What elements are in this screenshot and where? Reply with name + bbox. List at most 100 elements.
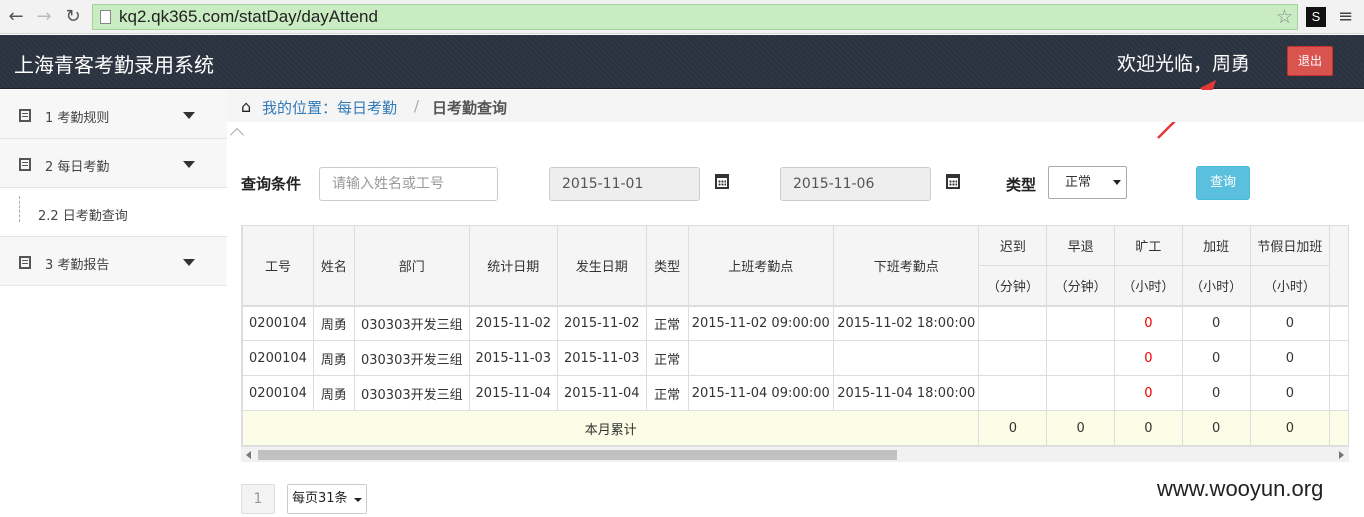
sidebar-item-label: 2 每日考勤 bbox=[45, 160, 110, 175]
name-search-input[interactable] bbox=[319, 167, 498, 201]
table-cell: 正常 bbox=[645, 375, 689, 411]
list-icon bbox=[19, 158, 31, 171]
table-cell: 2015-11-04 bbox=[556, 375, 647, 411]
browser-menu-icon[interactable]: ≡ bbox=[1338, 6, 1353, 27]
table-cell bbox=[1046, 305, 1115, 341]
table-cell: 0 bbox=[1249, 340, 1331, 376]
column-header[interactable]: 上班考勤点 bbox=[687, 225, 835, 307]
table-cell: 0 bbox=[1113, 340, 1183, 376]
end-date-input[interactable] bbox=[780, 167, 931, 201]
scrollbar-thumb[interactable] bbox=[258, 450, 897, 460]
dropdown-arrow-icon bbox=[1113, 180, 1121, 185]
table-cell: 0200104 bbox=[242, 375, 314, 411]
table-cell: 周勇 bbox=[312, 375, 355, 411]
table-row[interactable]: 0200104 周勇 030303开发三组 2015-11-04 2015-11-04 正… bbox=[242, 375, 1349, 411]
column-header[interactable]: 早退 bbox=[1046, 225, 1115, 266]
table-cell: 正常 bbox=[645, 305, 689, 341]
url-text: kq2.qk365.com/statDay/dayAttend bbox=[119, 7, 378, 26]
column-subheader: （分钟） bbox=[1046, 265, 1115, 307]
table-cell: 正常 bbox=[645, 340, 689, 376]
extension-s-icon[interactable]: S bbox=[1306, 7, 1326, 27]
breadcrumb: ⌂ 我的位置：每日考勤 / 日考勤查询 bbox=[227, 90, 1364, 122]
attendance-table-container: 工号 姓名 部门 统计日期 发生日期 类型 上班考勤点 下班考勤点 迟到 早退 … bbox=[241, 225, 1349, 462]
column-header[interactable]: 旷工 bbox=[1113, 225, 1183, 266]
column-header[interactable]: 部门 bbox=[353, 225, 470, 307]
app-title: 上海青客考勤录用系统 bbox=[14, 53, 214, 77]
table-row[interactable]: 0200104 周勇 030303开发三组 2015-11-02 2015-11-02 正… bbox=[242, 305, 1349, 341]
table-cell: 0 bbox=[1113, 375, 1183, 411]
table-cell: 2015-11-02 bbox=[468, 305, 558, 341]
total-cell-overflow bbox=[1329, 410, 1349, 446]
logout-button[interactable]: 退出 bbox=[1287, 46, 1333, 76]
scroll-left-arrow-icon[interactable] bbox=[246, 451, 251, 459]
column-subheader: （小时） bbox=[1249, 265, 1331, 307]
page-number-button[interactable]: 1 bbox=[241, 484, 275, 514]
table-cell bbox=[1046, 375, 1115, 411]
table-cell bbox=[832, 340, 980, 376]
sidebar-item-label: 1 考勤规则 bbox=[45, 111, 110, 126]
back-arrow-icon[interactable]: ← bbox=[6, 7, 26, 27]
column-header[interactable]: 迟到 bbox=[978, 225, 1048, 266]
bookmark-star-icon[interactable]: ☆ bbox=[1276, 6, 1293, 28]
horizontal-scrollbar[interactable] bbox=[241, 446, 1349, 462]
calendar-icon[interactable] bbox=[946, 174, 960, 189]
column-header-overflow bbox=[1329, 225, 1349, 307]
welcome-text: 欢迎光临，周勇 bbox=[1117, 53, 1251, 75]
column-header[interactable]: 类型 bbox=[645, 225, 689, 307]
table-cell-overflow bbox=[1329, 305, 1349, 341]
query-button[interactable]: 查询 bbox=[1196, 166, 1250, 200]
browser-toolbar: ← → ↻ kq2.qk365.com/statDay/dayAttend ☆ … bbox=[0, 0, 1364, 34]
table-cell: 2015-11-04 18:00:00 bbox=[832, 375, 980, 411]
table-cell: 2015-11-02 bbox=[556, 305, 647, 341]
table-cell bbox=[978, 340, 1048, 376]
chevron-down-icon bbox=[183, 161, 195, 168]
table-cell: 2015-11-04 09:00:00 bbox=[687, 375, 835, 411]
sidebar-item-daily-attendance[interactable]: 2 每日考勤 bbox=[0, 139, 227, 188]
table-cell: 2015-11-02 18:00:00 bbox=[832, 305, 980, 341]
reload-icon[interactable]: ↻ bbox=[63, 7, 83, 27]
breadcrumb-link[interactable]: 我的位置：每日考勤 bbox=[262, 97, 397, 118]
table-cell: 0200104 bbox=[242, 340, 314, 376]
total-cell: 0 bbox=[1181, 410, 1251, 446]
column-header[interactable]: 统计日期 bbox=[468, 225, 558, 307]
address-bar[interactable]: kq2.qk365.com/statDay/dayAttend ☆ bbox=[92, 4, 1298, 30]
sidebar-item-attendance-rules[interactable]: 1 考勤规则 bbox=[0, 90, 227, 139]
calendar-icon[interactable] bbox=[715, 174, 729, 189]
column-header[interactable]: 加班 bbox=[1181, 225, 1251, 266]
page-size-select[interactable]: 每页31条 bbox=[287, 484, 367, 514]
table-cell: 0 bbox=[1181, 375, 1251, 411]
column-header[interactable]: 工号 bbox=[242, 225, 314, 307]
type-select-value: 正常 bbox=[1065, 175, 1092, 190]
column-header[interactable]: 下班考勤点 bbox=[832, 225, 980, 307]
list-icon bbox=[19, 256, 31, 269]
table-row[interactable]: 0200104 周勇 030303开发三组 2015-11-03 2015-11-03 正… bbox=[242, 340, 1349, 376]
table-cell: 2015-11-03 bbox=[556, 340, 647, 376]
type-select[interactable]: 正常 bbox=[1048, 166, 1127, 199]
tree-line bbox=[19, 196, 20, 222]
page-size-label: 每页31条 bbox=[292, 491, 348, 506]
breadcrumb-current: 日考勤查询 bbox=[432, 99, 508, 117]
sidebar-item-label: 2.2 日考勤查询 bbox=[38, 209, 128, 224]
table-cell: 周勇 bbox=[312, 305, 355, 341]
table-cell bbox=[978, 305, 1048, 341]
column-header[interactable]: 节假日加班 bbox=[1249, 225, 1331, 266]
start-date-input[interactable] bbox=[549, 167, 700, 201]
table-cell: 030303开发三组 bbox=[353, 375, 470, 411]
total-row: 本月累计 0 0 0 0 0 bbox=[242, 410, 1349, 446]
page-icon bbox=[100, 10, 111, 24]
query-label: 查询条件 bbox=[241, 175, 302, 193]
forward-arrow-icon[interactable]: → bbox=[34, 7, 54, 27]
table-cell: 周勇 bbox=[312, 340, 355, 376]
sidebar-subitem-daily-query[interactable]: 2.2 日考勤查询 bbox=[0, 188, 227, 237]
table-cell: 0 bbox=[1249, 375, 1331, 411]
total-cell: 0 bbox=[1046, 410, 1115, 446]
attendance-table: 工号 姓名 部门 统计日期 发生日期 类型 上班考勤点 下班考勤点 迟到 早退 … bbox=[242, 225, 1349, 446]
column-header[interactable]: 姓名 bbox=[312, 225, 355, 307]
collapse-chevron-up-icon[interactable] bbox=[229, 127, 245, 143]
sidebar-item-attendance-report[interactable]: 3 考勤报告 bbox=[0, 237, 227, 286]
scroll-right-arrow-icon[interactable] bbox=[1339, 451, 1344, 459]
breadcrumb-separator: / bbox=[414, 97, 420, 115]
column-subheader: （小时） bbox=[1113, 265, 1183, 307]
column-header[interactable]: 发生日期 bbox=[556, 225, 647, 307]
table-cell: 0 bbox=[1181, 340, 1251, 376]
